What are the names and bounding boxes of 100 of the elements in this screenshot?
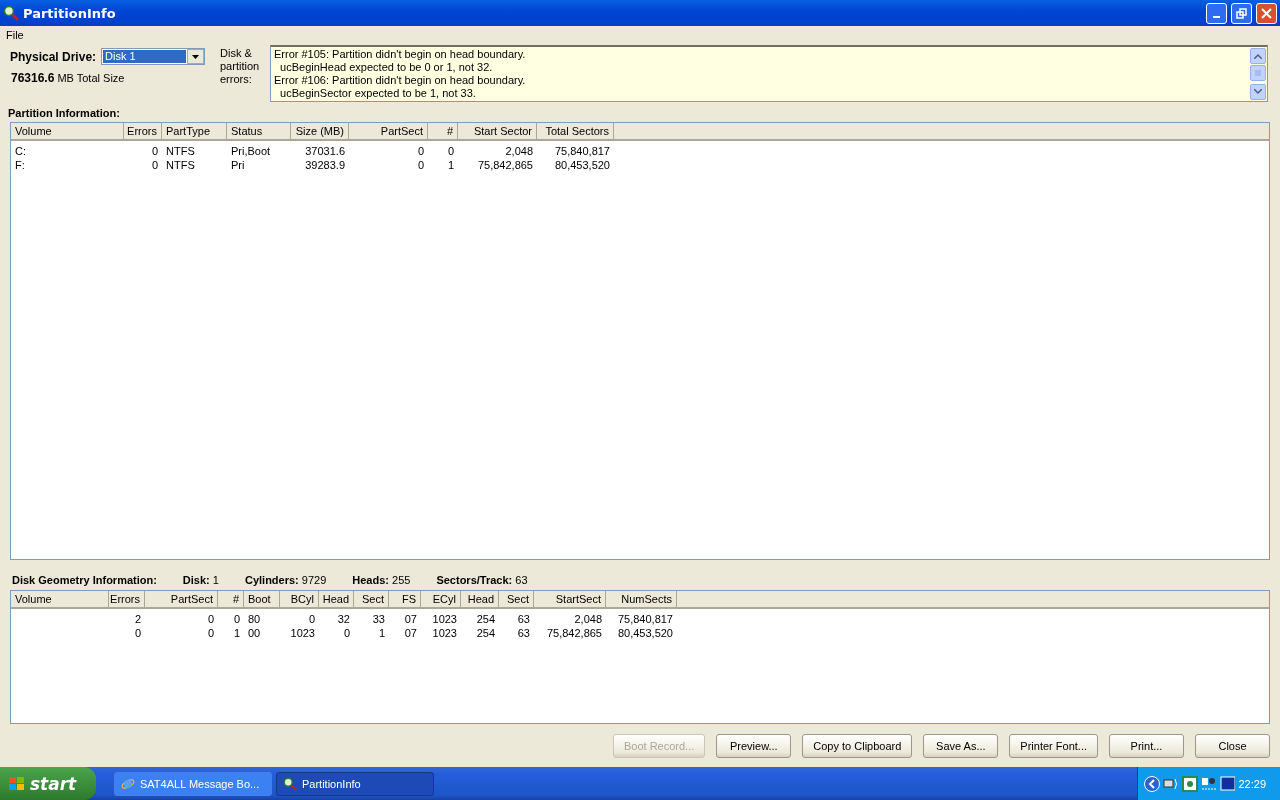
total-size-value: 76316.6 [11,71,55,85]
magnifier-icon [283,776,297,791]
drive-dropdown[interactable]: Disk 1 [101,48,206,65]
table-cell-text: 0 [342,626,351,640]
table-cell-text: 0 [133,626,142,640]
table-cell-text: 2,048 [573,612,603,626]
table-cell-text: 00 [247,626,262,640]
table-cell-text: 0 [416,144,425,158]
table-cell-text: 0 [446,144,455,158]
column-header[interactable]: Volume [11,123,124,139]
close-icon [1261,7,1272,19]
column-header[interactable]: NumSects [606,591,677,607]
column-header[interactable]: Start Sector [458,123,537,139]
table-cell-text: 254 [475,626,496,640]
table-cell-text: F: [14,158,26,172]
table-cell-text: 2,048 [504,144,534,158]
column-header[interactable]: Boot [244,591,280,607]
column-header[interactable]: # [218,591,244,607]
error-line: Error #106: Partition didn't begin on head boundary. [274,74,527,87]
table-cell-text: 0 [232,612,241,626]
scroll-thumb[interactable] [1250,65,1266,82]
dialog-button[interactable]: Printer Font... [1009,734,1098,758]
start-button[interactable]: start [0,767,96,800]
column-header[interactable]: Errors [124,123,162,139]
restore-icon [1236,7,1247,19]
table-cell-text: 07 [403,626,418,640]
table-cell-text: 0 [206,612,215,626]
table-cell-text: 39283.9 [304,158,346,172]
browser-e-icon [121,776,135,791]
dialog-button[interactable]: Copy to Clipboard [802,734,913,758]
column-header[interactable]: ECyl [421,591,461,607]
total-size-label: MB Total Size [57,72,125,84]
app-tray-icon[interactable] [1181,775,1198,792]
column-header[interactable]: PartSect [145,591,218,607]
window-title: PartitionInfo [23,5,117,21]
scroll-up-button[interactable] [1250,48,1266,64]
minimize-icon [1213,16,1220,18]
column-header[interactable]: Volume [11,591,109,607]
magnifier-icon [3,5,19,21]
column-header[interactable]: FS [389,591,421,607]
menu-item[interactable]: File [6,28,24,41]
column-header[interactable]: PartType [162,123,227,139]
table-cell-text: 1 [446,158,455,172]
table-cell-text: 0 [150,144,159,158]
device-icon[interactable] [1200,775,1217,792]
section-title: Disk Geometry Information: [12,574,157,586]
chevron-up-icon [1254,53,1262,59]
grip-icon [1255,70,1261,77]
column-header[interactable]: StartSect [534,591,606,607]
restore-button[interactable] [1231,2,1252,24]
chevron-left-icon[interactable] [1144,775,1160,792]
taskbar-item[interactable]: SAT4ALL Message Bo... [114,771,272,796]
taskbar-item[interactable]: PartitionInfo [276,771,434,796]
table-cell-text: 1 [232,626,241,640]
table-cell-text: NTFS [165,144,196,158]
table-cell-text: 33 [371,612,386,626]
dialog-button[interactable]: Save As... [923,734,999,758]
column-header[interactable]: BCyl [280,591,319,607]
dialog-button[interactable]: Close [1195,734,1270,758]
table-cell-text: 75,840,817 [616,612,674,626]
errors-textbox[interactable]: Error #105: Partition didn't begin on head boundary. ucBeginHead expected to be 0 or 1, not 32. Error #106: Partition didn't begin on head boundary. ucBeginSector expected to be 1, not 33. [270,45,1268,102]
table-cell-text: 80,453,520 [616,626,674,640]
column-header[interactable]: Status [227,123,291,139]
table-cell-text: 2 [133,612,142,626]
monitor-icon[interactable] [1219,775,1236,792]
table-cell-text: Pri [230,158,246,172]
drive-label: Physical Drive: [10,49,97,64]
column-header[interactable]: PartSect [349,123,428,139]
table-cell-text: 07 [403,612,418,626]
table-cell-text: 63 [516,612,531,626]
table-cell-text: 75,840,817 [553,144,611,158]
table-cell-text: 75,842,865 [545,626,603,640]
error-line: ucBeginSector expected to be 1, not 33. [279,87,477,100]
column-header[interactable]: Sect [499,591,534,607]
dialog-button[interactable]: Print... [1109,734,1184,758]
minimize-button[interactable] [1206,2,1227,24]
close-button[interactable] [1256,2,1277,24]
table-cell-text: 254 [475,612,496,626]
column-header[interactable]: Sect [354,591,389,607]
scroll-down-button[interactable] [1250,84,1266,100]
table-cell-text: C: [14,144,27,158]
geometry-fact: Heads: 255 [352,574,411,586]
table-cell-text: 32 [336,612,351,626]
column-header[interactable]: Size (MB) [291,123,349,139]
table-cell-text: 1023 [431,612,458,626]
errors-label: Disk & partition errors: [220,46,260,87]
column-header[interactable]: # [428,123,458,139]
geometry-fact: Disk: 1 [182,574,219,586]
geometry-fact: Sectors/Track: 63 [436,574,528,586]
table-cell-text: 0 [150,158,159,172]
column-header[interactable]: Errors [109,591,145,607]
table-cell-text: Pri,Boot [230,144,272,158]
section-title: Partition Information: [7,107,121,121]
column-header[interactable]: Head [461,591,499,607]
clock: 22:29 [1238,777,1266,790]
geometry-fact: Cylinders: 9729 [244,574,327,586]
column-header[interactable]: Head [319,591,354,607]
table-cell-text: 0 [307,612,316,626]
dialog-button[interactable]: Preview... [716,734,792,758]
column-header[interactable]: Total Sectors [537,123,614,139]
